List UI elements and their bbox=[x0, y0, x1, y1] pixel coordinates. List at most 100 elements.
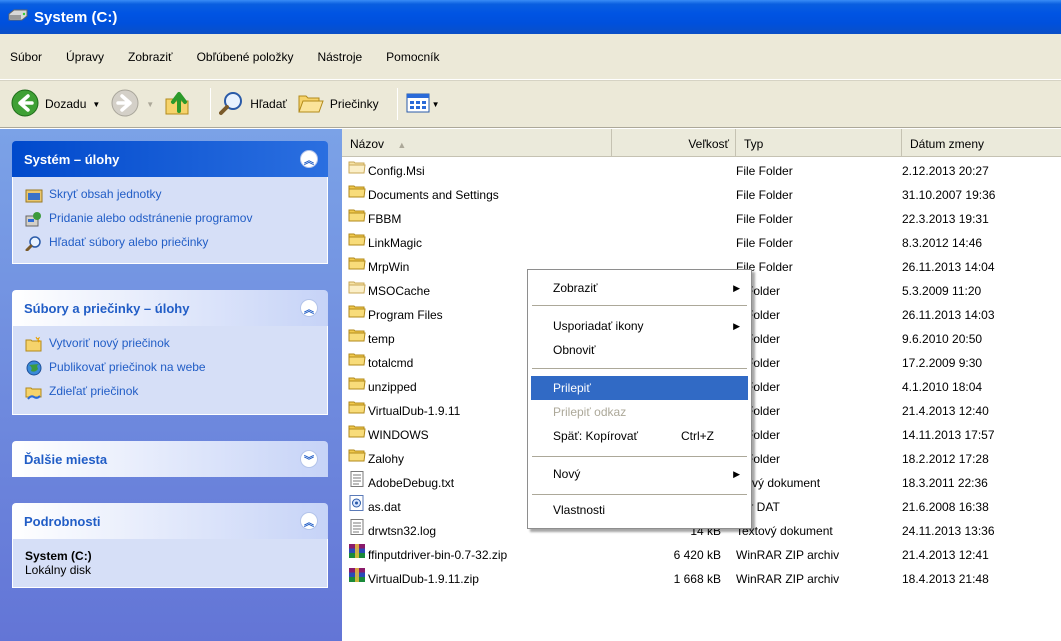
search-files-link[interactable]: Hľadať súbory alebo priečinky bbox=[25, 235, 317, 252]
menu-favorites[interactable]: Obľúbené položky bbox=[195, 48, 296, 66]
file-type: WinRAR ZIP archiv bbox=[736, 548, 840, 562]
file-tasks-body: Vytvoriť nový priečinok Publikovať prieč… bbox=[12, 326, 328, 415]
menu-item-undo-copy[interactable]: Späť: Kopírovať Ctrl+Z bbox=[531, 424, 748, 448]
folder-icon bbox=[348, 327, 368, 351]
column-date[interactable]: Dátum zmeny bbox=[902, 129, 1061, 157]
toolbar-separator bbox=[210, 88, 212, 120]
file-name-cell[interactable]: Config.Msi bbox=[348, 159, 425, 183]
forward-button[interactable]: ▼ bbox=[110, 88, 154, 121]
file-tasks-title: Súbory a priečinky – úlohy bbox=[24, 300, 190, 316]
other-places-header[interactable]: Ďalšie miesta ︾ bbox=[12, 441, 328, 477]
dat-file-icon bbox=[348, 495, 368, 519]
menu-item-new[interactable]: Nový ▶ bbox=[531, 462, 748, 486]
views-dropdown-icon[interactable]: ▼ bbox=[432, 100, 440, 109]
menu-item-arrange-icons[interactable]: Usporiadať ikony ▶ bbox=[531, 314, 748, 338]
file-name: VirtualDub-1.9.11 bbox=[368, 404, 461, 418]
column-type[interactable]: Typ bbox=[736, 129, 902, 157]
collapse-chevron-icon[interactable]: ︽ bbox=[300, 150, 318, 168]
views-button[interactable]: ▼ bbox=[406, 93, 440, 116]
folder-icon bbox=[348, 447, 368, 471]
collapse-chevron-icon[interactable]: ︽ bbox=[300, 512, 318, 530]
search-label: Hľadať bbox=[250, 97, 287, 111]
menu-item-undo-shortcut: Ctrl+Z bbox=[681, 429, 714, 443]
details-type: Lokálny disk bbox=[25, 563, 92, 577]
folder-icon bbox=[348, 351, 368, 375]
up-button[interactable] bbox=[164, 89, 192, 120]
menu-edit[interactable]: Úpravy bbox=[64, 48, 106, 66]
file-name-cell[interactable]: VirtualDub-1.9.11 bbox=[348, 399, 460, 423]
file-name-cell[interactable]: Program Files bbox=[348, 303, 443, 327]
share-folder-link[interactable]: Zdieľať priečinok bbox=[25, 384, 317, 400]
file-tasks-header[interactable]: Súbory a priečinky – úlohy ︽ bbox=[12, 290, 328, 326]
hide-drive-contents-label: Skryť obsah jednotky bbox=[49, 187, 162, 201]
file-type: File Folder bbox=[736, 236, 793, 250]
file-row[interactable]: VirtualDub-1.9.11.zip 1 668 kB WinRAR ZIP … bbox=[342, 567, 1061, 591]
forward-dropdown-icon[interactable]: ▼ bbox=[146, 100, 154, 109]
back-dropdown-icon[interactable]: ▼ bbox=[92, 100, 100, 109]
menu-item-refresh[interactable]: Obnoviť bbox=[531, 338, 748, 362]
file-name-cell[interactable]: FBBM bbox=[348, 207, 401, 231]
share-folder-label: Zdieľať priečinok bbox=[49, 384, 139, 398]
new-folder-link[interactable]: Vytvoriť nový priečinok bbox=[25, 336, 317, 352]
publish-folder-label: Publikovať priečinok na webe bbox=[49, 360, 206, 374]
file-name-cell[interactable]: drwtsn32.log bbox=[348, 519, 436, 543]
column-type-label: Typ bbox=[744, 137, 764, 151]
file-name-cell[interactable]: temp bbox=[348, 327, 395, 351]
file-name-cell[interactable]: LinkMagic bbox=[348, 231, 422, 255]
menu-help[interactable]: Pomocník bbox=[384, 48, 441, 66]
file-row[interactable]: LinkMagic File Folder 8.3.2012 14:46 bbox=[342, 231, 1061, 255]
menu-item-properties[interactable]: Vlastnosti bbox=[531, 498, 748, 522]
globe-icon bbox=[25, 360, 43, 376]
text-file-icon bbox=[348, 471, 368, 495]
hide-drive-contents-link[interactable]: Skryť obsah jednotky bbox=[25, 187, 317, 203]
file-date: 26.11.2013 14:03 bbox=[902, 308, 995, 322]
file-name-cell[interactable]: unzipped bbox=[348, 375, 417, 399]
file-name-cell[interactable]: MSOCache bbox=[348, 279, 430, 303]
folder-icon bbox=[348, 279, 368, 303]
search-icon bbox=[219, 90, 245, 119]
column-name[interactable]: Názov ▲ bbox=[342, 129, 612, 157]
menu-item-paste-label: Prilepiť bbox=[553, 381, 591, 395]
file-date: 26.11.2013 14:04 bbox=[902, 260, 995, 274]
menu-view[interactable]: Zobraziť bbox=[126, 48, 175, 66]
column-header: Názov ▲ Veľkosť Typ Dátum zmeny bbox=[342, 129, 1061, 157]
file-row[interactable]: FBBM File Folder 22.3.2013 19:31 bbox=[342, 207, 1061, 231]
file-date: 24.11.2013 13:36 bbox=[902, 524, 995, 538]
menu-item-paste-shortcut[interactable]: Prilepiť odkaz bbox=[531, 400, 748, 424]
column-size[interactable]: Veľkosť bbox=[612, 129, 736, 157]
zip-archive-icon bbox=[348, 543, 368, 567]
collapse-chevron-icon[interactable]: ︽ bbox=[300, 299, 318, 317]
search-button[interactable]: Hľadať bbox=[219, 90, 287, 119]
file-name-cell[interactable]: ffinputdriver-bin-0.7-32.zip bbox=[348, 543, 507, 567]
file-name-cell[interactable]: Documents and Settings bbox=[348, 183, 499, 207]
file-type: WinRAR ZIP archiv bbox=[736, 572, 840, 586]
file-name-cell[interactable]: totalcmd bbox=[348, 351, 413, 375]
menu-file[interactable]: Súbor bbox=[8, 48, 44, 66]
file-row[interactable]: ffinputdriver-bin-0.7-32.zip 6 420 kB WinR… bbox=[342, 543, 1061, 567]
expand-chevron-icon[interactable]: ︾ bbox=[300, 450, 318, 468]
menu-item-view[interactable]: Zobraziť ▶ bbox=[531, 276, 748, 300]
file-row[interactable]: Documents and Settings File Folder 31.10.2… bbox=[342, 183, 1061, 207]
publish-folder-link[interactable]: Publikovať priečinok na webe bbox=[25, 360, 317, 376]
file-date: 14.11.2013 17:57 bbox=[902, 428, 995, 442]
file-date: 18.4.2013 21:48 bbox=[902, 572, 989, 586]
file-name-cell[interactable]: as.dat bbox=[348, 495, 401, 519]
file-name-cell[interactable]: AdobeDebug.txt bbox=[348, 471, 454, 495]
file-name-cell[interactable]: WINDOWS bbox=[348, 423, 429, 447]
back-button[interactable]: Dozadu ▼ bbox=[10, 88, 100, 121]
system-tasks-header[interactable]: Systém – úlohy ︽ bbox=[12, 141, 328, 177]
file-name-cell[interactable]: Zalohy bbox=[348, 447, 404, 471]
menu-item-paste[interactable]: Prilepiť bbox=[531, 376, 748, 400]
details-header[interactable]: Podrobnosti ︽ bbox=[12, 503, 328, 539]
menu-item-new-label: Nový bbox=[553, 467, 581, 481]
menu-separator bbox=[532, 494, 747, 495]
menu-tools[interactable]: Nástroje bbox=[315, 48, 364, 66]
add-remove-programs-link[interactable]: Pridanie alebo odstránenie programov bbox=[25, 211, 317, 227]
folders-button[interactable]: Priečinky bbox=[297, 90, 379, 119]
file-tasks-panel: Súbory a priečinky – úlohy ︽ Vytvoriť no… bbox=[12, 290, 328, 415]
menu-item-refresh-label: Obnoviť bbox=[553, 343, 596, 357]
file-name-cell[interactable]: MrpWin bbox=[348, 255, 409, 279]
details-panel: Podrobnosti ︽ System (C:) Lokálny disk bbox=[12, 503, 328, 588]
file-name-cell[interactable]: VirtualDub-1.9.11.zip bbox=[348, 567, 479, 591]
file-row[interactable]: Config.Msi File Folder 2.12.2013 20:27 bbox=[342, 159, 1061, 183]
